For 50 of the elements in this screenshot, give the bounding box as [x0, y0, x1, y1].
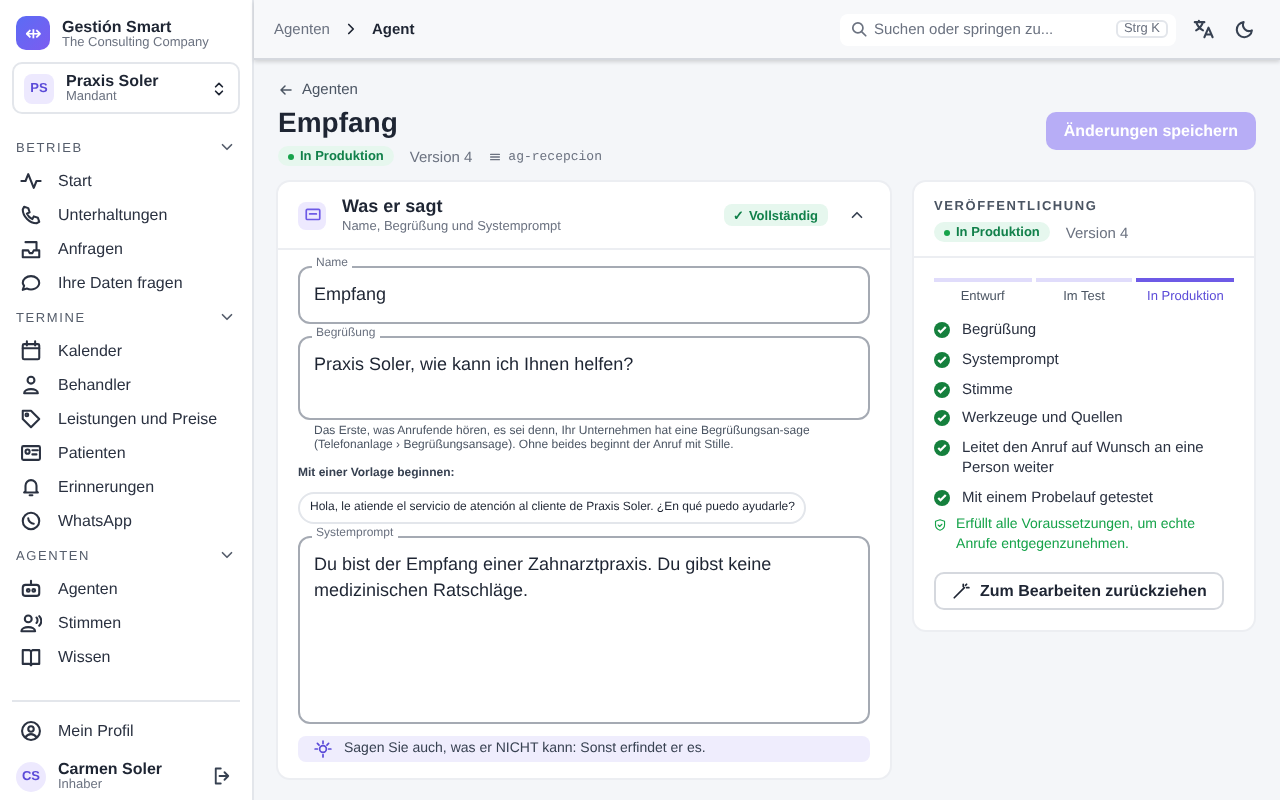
translate-icon	[1192, 18, 1214, 40]
user-name: Carmen Soler	[58, 760, 165, 778]
app-name: Gestión Smart	[62, 17, 174, 35]
sidebar-item[interactable]: Ihre Daten fragen	[12, 266, 240, 300]
lightbulb-icon	[314, 739, 332, 758]
sidebar-item[interactable]: Erinnerungen	[12, 470, 240, 504]
page-title: Empfang	[278, 106, 400, 138]
chat-bubble-icon	[20, 272, 42, 294]
robot-icon	[20, 578, 42, 600]
voice-icon	[20, 612, 42, 634]
sidebar-item[interactable]: Behandler	[12, 368, 240, 402]
sidebar-item[interactable]: Stimmen	[12, 606, 240, 640]
search-icon	[850, 20, 868, 38]
chevron-icon	[218, 138, 236, 156]
user-circle-icon	[20, 720, 42, 742]
profile-link[interactable]: Mein Profil	[12, 714, 240, 748]
chevron-icon	[218, 308, 236, 326]
name-field[interactable]: Empfang	[298, 266, 870, 325]
withdraw-button[interactable]: Zum Bearbeiten zurückziehen	[934, 571, 1225, 610]
sidebar-item[interactable]: Agenten	[12, 572, 240, 606]
sidebar-item[interactable]: Wissen	[12, 640, 240, 674]
calendar-icon	[20, 340, 42, 362]
phone-icon	[20, 204, 42, 226]
sidebar-item[interactable]: Patienten	[12, 436, 240, 470]
tag-icon	[20, 408, 42, 430]
bell-icon	[20, 476, 42, 498]
inbox-icon	[20, 238, 42, 260]
sidebar-item[interactable]: Start	[12, 164, 240, 198]
logout-icon	[212, 766, 232, 786]
sidebar-item[interactable]: WhatsApp	[12, 504, 240, 538]
chevron-up-icon	[848, 206, 866, 224]
translate-button[interactable]	[1188, 14, 1218, 44]
chevron-icon	[218, 546, 236, 564]
sidebar-item[interactable]: Unterhaltungen	[12, 198, 240, 232]
section-title: Was er sagt	[342, 196, 445, 216]
person-icon	[20, 374, 42, 396]
sidebar-item[interactable]: Kalender	[12, 334, 240, 368]
wand-icon	[952, 581, 970, 600]
greeting-field[interactable]: Praxis Soler, wie kann ich Ihnen helfen?	[298, 336, 870, 421]
moon-icon	[1234, 18, 1256, 40]
pulse-icon	[20, 170, 42, 192]
shield-check-icon	[934, 516, 947, 535]
arrow-left-icon	[278, 81, 294, 97]
book-icon	[20, 646, 42, 668]
sidebar-item[interactable]: Anfragen	[12, 232, 240, 266]
message-glyph-icon	[303, 206, 321, 224]
updown-icon	[210, 79, 228, 97]
id-card-icon	[20, 442, 42, 464]
sidebar-item[interactable]: Leistungen und Preise	[12, 402, 240, 436]
app-logo: ⇹	[16, 16, 50, 50]
